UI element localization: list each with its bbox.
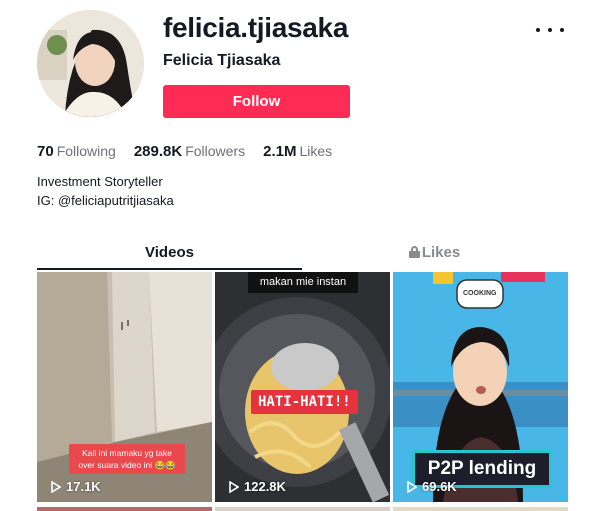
video-grid: Kali ini mamaku yg take over suara video… bbox=[37, 272, 570, 511]
view-count-value: 17.1K bbox=[66, 479, 101, 494]
profile-photo bbox=[37, 10, 144, 117]
sticker-text: COOKING bbox=[463, 290, 497, 297]
video-card[interactable]: COOKING P2P lending 69.6K bbox=[393, 272, 568, 502]
video-caption: Kali ini mamaku yg take over suara video… bbox=[69, 444, 185, 474]
tab-likes-label: Likes bbox=[421, 244, 461, 261]
likes-count: 2.1M bbox=[263, 143, 297, 160]
bio: Investment Storyteller IG: @feliciaputri… bbox=[37, 172, 174, 210]
following-label: Following bbox=[56, 143, 116, 159]
followers-count: 289.8K bbox=[133, 143, 183, 160]
video-card-next-row[interactable] bbox=[37, 507, 212, 511]
play-icon bbox=[407, 480, 417, 493]
video-card[interactable]: makan mie instan HATI-HATI!! 122.8K bbox=[215, 272, 390, 502]
bio-instagram: IG: @feliciaputritjiasaka bbox=[37, 193, 174, 208]
view-count: 122.8K bbox=[229, 479, 286, 494]
more-options-icon[interactable] bbox=[536, 20, 564, 40]
tab-likes[interactable]: Likes bbox=[302, 238, 567, 270]
followers-stat[interactable]: 289.8K Followers bbox=[134, 143, 245, 160]
video-card-next-row[interactable] bbox=[393, 507, 568, 511]
profile-tabs: Videos Likes bbox=[37, 238, 568, 270]
following-count: 70 bbox=[37, 143, 54, 160]
likes-label: Likes bbox=[299, 143, 333, 159]
play-icon bbox=[229, 480, 239, 493]
display-name: Felicia Tjiasaka bbox=[163, 52, 281, 69]
avatar[interactable] bbox=[37, 10, 144, 117]
video-card-next-row[interactable] bbox=[215, 507, 390, 511]
view-count: 69.6K bbox=[407, 479, 457, 494]
play-icon bbox=[51, 480, 61, 493]
lock-icon bbox=[408, 246, 420, 258]
video-overlay-text: HATI-HATI!! bbox=[251, 390, 358, 414]
likes-stat: 2.1M Likes bbox=[263, 143, 332, 160]
view-count-value: 69.6K bbox=[422, 479, 457, 494]
view-count: 17.1K bbox=[51, 479, 101, 494]
tab-videos-label: Videos bbox=[145, 244, 194, 261]
following-stat[interactable]: 70 Following bbox=[37, 143, 116, 160]
profile-stats: 70 Following 289.8K Followers 2.1M Likes bbox=[37, 143, 332, 160]
video-top-caption: makan mie instan bbox=[248, 272, 358, 293]
followers-label: Followers bbox=[185, 143, 246, 159]
video-thumbnail bbox=[215, 272, 390, 502]
follow-button[interactable]: Follow bbox=[163, 85, 350, 118]
tab-videos[interactable]: Videos bbox=[37, 238, 302, 270]
username: felicia.tjiasaka bbox=[163, 12, 349, 43]
view-count-value: 122.8K bbox=[244, 479, 286, 494]
bio-line: Investment Storyteller bbox=[37, 174, 163, 189]
video-card[interactable]: Kali ini mamaku yg take over suara video… bbox=[37, 272, 212, 502]
